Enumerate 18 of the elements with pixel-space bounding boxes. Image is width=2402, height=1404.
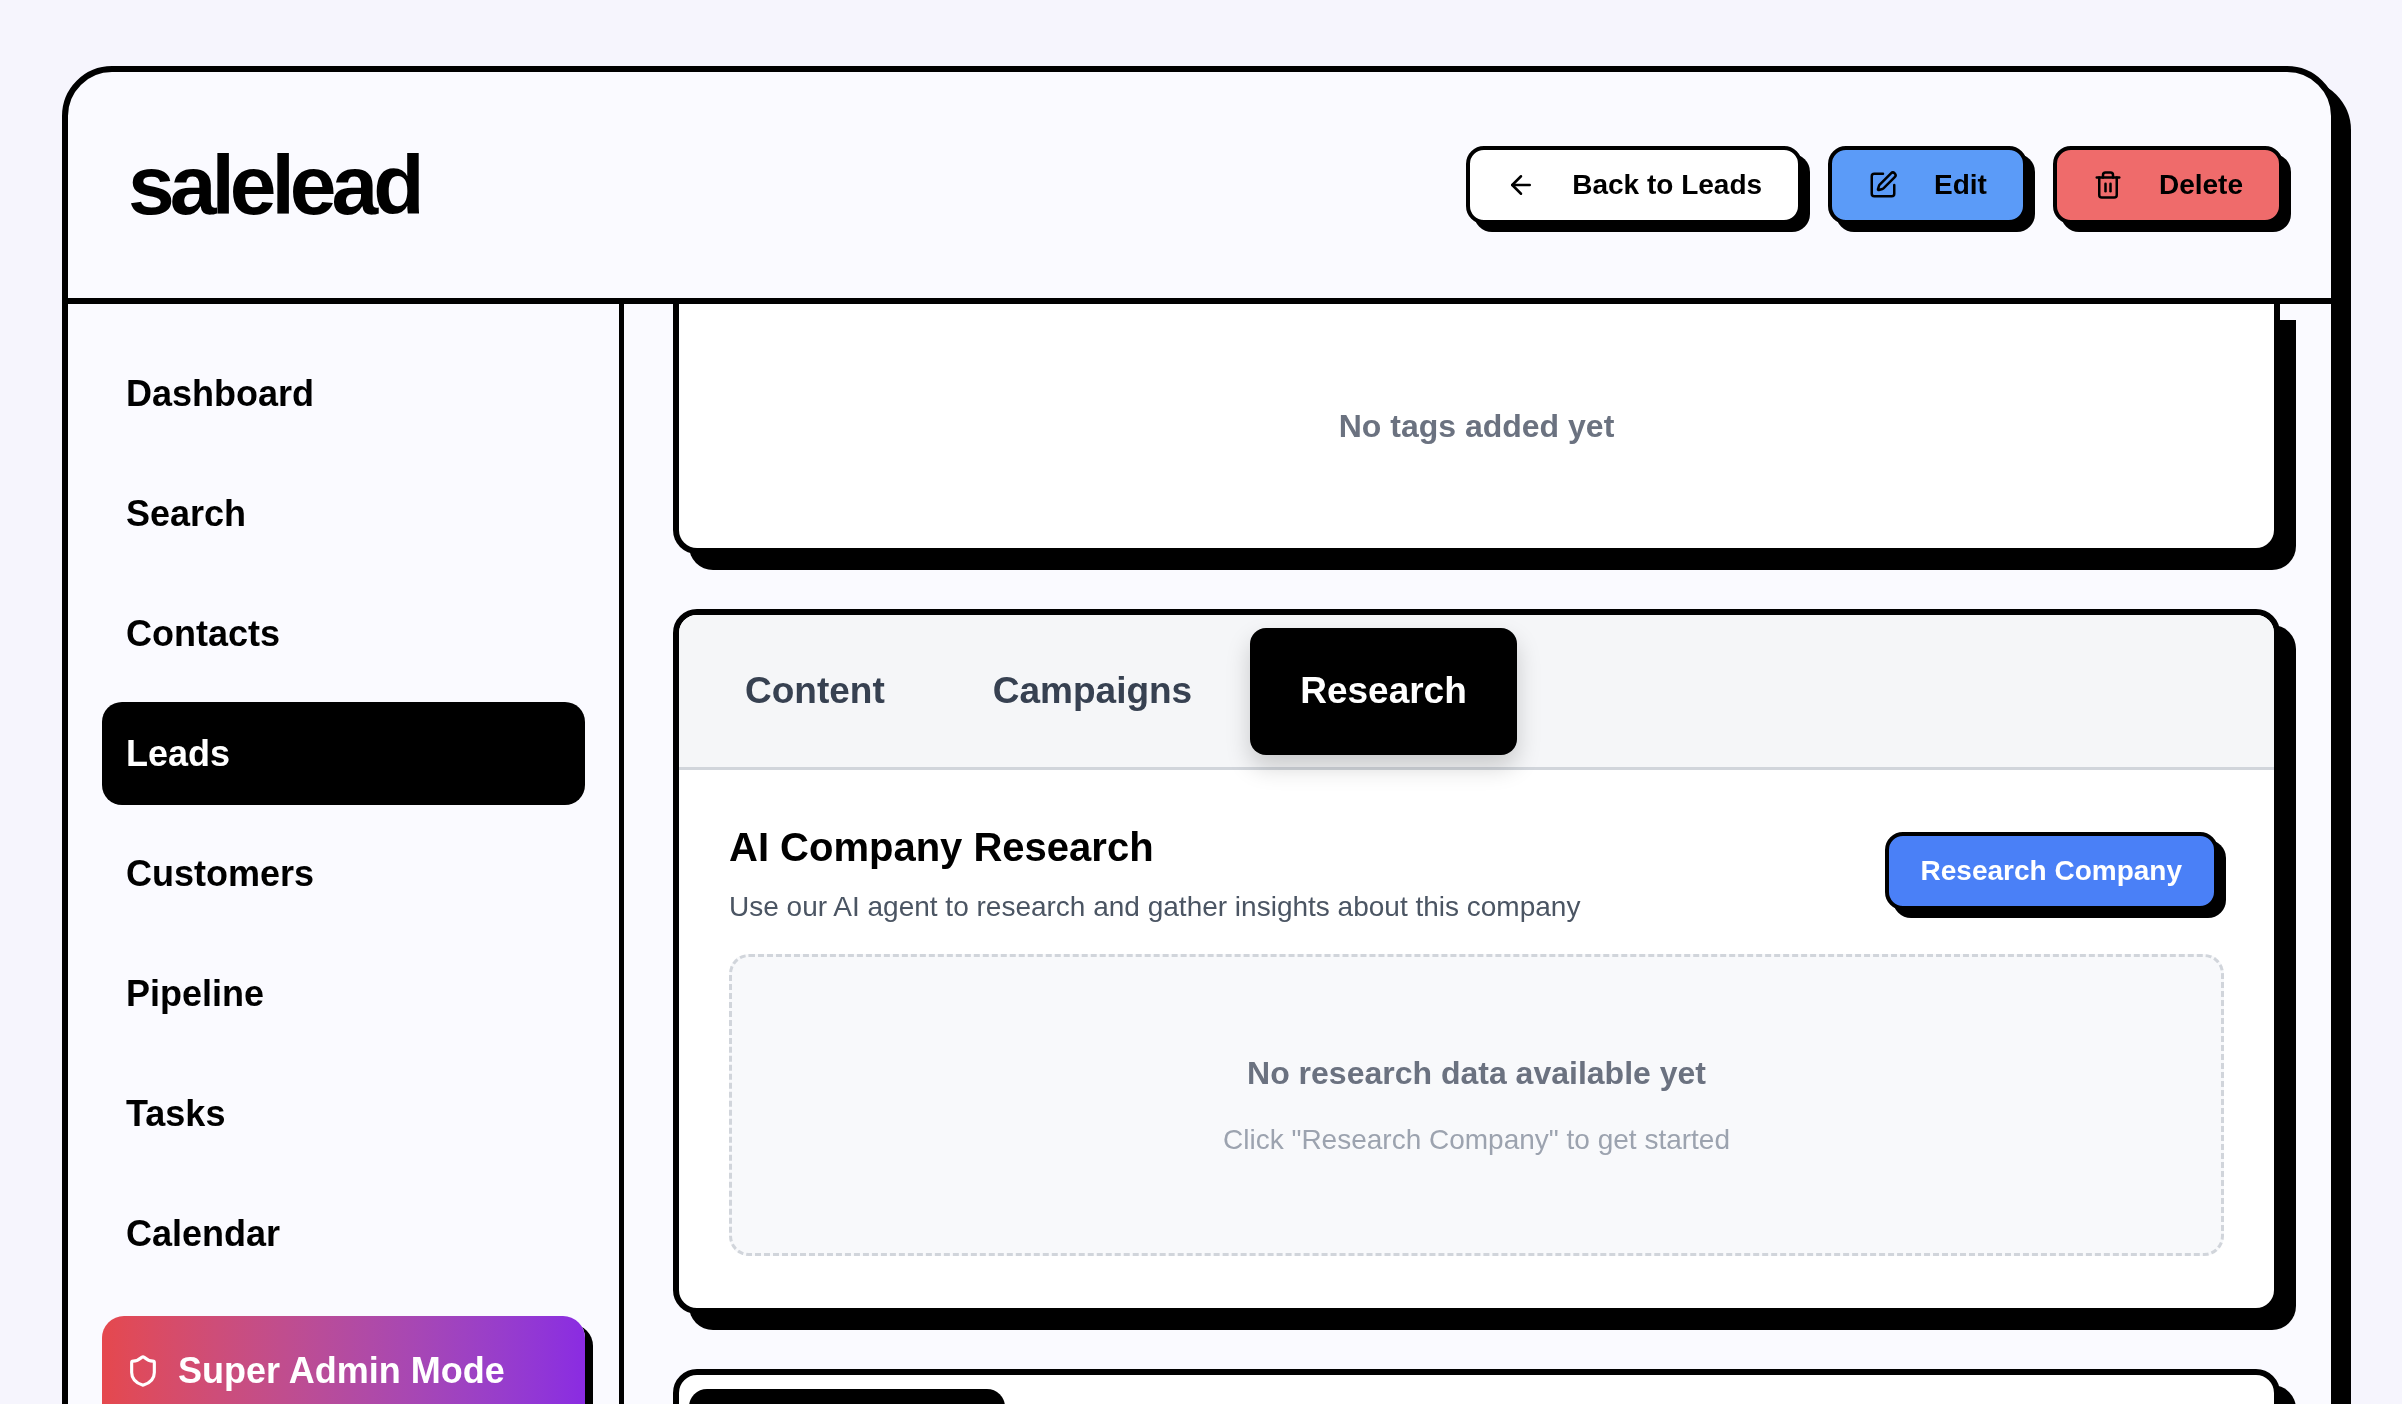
- sidebar-item[interactable]: Leads: [102, 702, 585, 805]
- empty-research-hint: Click "Research Company" to get started: [1223, 1123, 1730, 1157]
- empty-tags-text: No tags added yet: [1338, 407, 1615, 446]
- tab[interactable]: Campaigns: [942, 627, 1243, 755]
- section-subtitle: Use our AI agent to research and gather insights about this company: [729, 890, 1581, 924]
- sidebar-item[interactable]: Calendar: [102, 1182, 585, 1285]
- tab[interactable]: Content: [695, 627, 935, 755]
- sidebar-item[interactable]: Dashboard: [102, 342, 585, 445]
- sidebar-item[interactable]: Search: [102, 462, 585, 565]
- pencil-square-icon: [1868, 170, 1899, 200]
- section-title: AI Company Research: [729, 824, 1155, 871]
- logo: salelead: [128, 143, 420, 227]
- sidebar-item[interactable]: Pipeline: [102, 942, 585, 1045]
- sidebar-item[interactable]: Contacts: [102, 582, 585, 685]
- sidebar-item[interactable]: Tasks: [102, 1062, 585, 1165]
- empty-research-title: No research data available yet: [1247, 1054, 1706, 1093]
- tab[interactable]: Research: [1250, 627, 1517, 755]
- sidebar-item[interactable]: Customers: [102, 822, 585, 925]
